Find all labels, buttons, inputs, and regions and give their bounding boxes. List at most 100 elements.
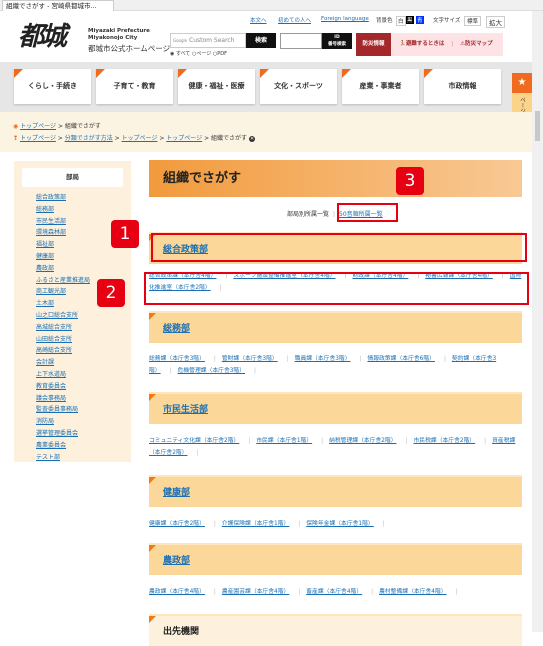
breadcrumb: ◉ トップページ > 組織でさがす: [13, 123, 101, 130]
section-header: 健康部: [149, 475, 522, 507]
font-standard-button[interactable]: 標準: [464, 16, 482, 26]
outpost-header: 出先機関: [149, 614, 522, 646]
bg-black-button[interactable]: 黒: [406, 16, 414, 24]
sidebar-item[interactable]: 総務部: [36, 204, 131, 216]
search-button[interactable]: 検索: [246, 33, 276, 48]
main-nav: くらし・手続き 子育て・教育 健康・福祉・医療 文化・スポーツ 産業・事業者 市…: [0, 62, 532, 112]
sidebar-item[interactable]: テスト部: [36, 452, 131, 464]
sidebar-item[interactable]: 会計課: [36, 357, 131, 369]
star-icon: ★: [512, 73, 532, 93]
annotation-callout-1: 1: [111, 220, 139, 248]
sidebar: 部局 総合政策部 総務部 市民生活部 環境森林部 福祉部 健康部 農政部 ふるさと産業推進局商…: [14, 161, 131, 462]
sidebar-item[interactable]: 農業委員会: [36, 440, 131, 452]
nav-childcare[interactable]: 子育て・教育: [96, 69, 173, 104]
division-link[interactable]: 危機管理課（本庁舎3階）: [178, 368, 245, 374]
browser-tab[interactable]: 組織でさがす - 宮崎県都城市...: [2, 0, 114, 11]
division-link[interactable]: 管財課（本庁舎3階）: [222, 356, 278, 362]
section-links: 健康課（本庁舎2階） | 介護保険課（本庁舎1階） | 保険年金課（本庁舎1階） |: [149, 521, 385, 527]
logo-text: Miyazaki Prefecture Miyakonojo City: [88, 28, 150, 41]
division-link[interactable]: 保険年金課（本庁舎1階）: [306, 521, 373, 527]
nav-city-info[interactable]: 市政情報: [424, 69, 501, 104]
division-link[interactable]: 市民課（本庁舎1階）: [256, 438, 312, 444]
section-link[interactable]: 総務部: [163, 321, 190, 334]
division-link[interactable]: コミュニティ文化課（本庁舎2階）: [149, 438, 239, 444]
division-link[interactable]: 市民税課（本庁舎2階）: [414, 438, 476, 444]
division-link[interactable]: 情報政策課（本庁舎6階）: [367, 356, 434, 362]
history-link[interactable]: トップページ: [20, 135, 56, 142]
page-title: 組織でさがす: [149, 160, 522, 197]
close-icon[interactable]: ✕: [248, 136, 256, 142]
font-size-label: 文字サイズ: [433, 18, 461, 24]
section-header: 農政部: [149, 543, 522, 575]
division-link[interactable]: 介護保険課（本庁舎1階）: [222, 521, 289, 527]
sidebar-item[interactable]: 消防局: [36, 416, 131, 428]
division-link[interactable]: 納税管理課（本庁舎2階）: [329, 438, 396, 444]
sidebar-item[interactable]: 監査委員事務局: [36, 404, 131, 416]
history-breadcrumb: ❢ トップページ > 分類でさがす方法 > トップページ > トップページ > …: [13, 135, 256, 142]
sidebar-item[interactable]: 山田総合支所: [36, 334, 131, 346]
nav-living[interactable]: くらし・手続き: [14, 69, 91, 104]
search-input[interactable]: Google Custom Search: [170, 33, 246, 48]
sidebar-item[interactable]: 選挙管理委員会: [36, 428, 131, 440]
annotation-box-1: [151, 233, 527, 262]
browser-tab-bar: 組織でさがす - 宮崎県都城市...: [0, 0, 543, 11]
division-link[interactable]: 職員課（本庁舎3階）: [295, 356, 351, 362]
breadcrumb-area: ◉ トップページ > 組織でさがす ❢ トップページ > 分類でさがす方法 > …: [0, 112, 532, 152]
id-input[interactable]: [280, 33, 322, 49]
breadcrumb-top[interactable]: トップページ: [20, 123, 56, 130]
history-link[interactable]: トップページ: [122, 135, 158, 142]
sidebar-item[interactable]: 教育委員会: [36, 381, 131, 393]
sidebar-item[interactable]: 高崎総合支所: [36, 345, 131, 357]
nav-culture[interactable]: 文化・スポーツ: [260, 69, 337, 104]
section-header: 市民生活部: [149, 392, 522, 424]
bg-blue-button[interactable]: 青: [416, 16, 424, 24]
sidebar-item[interactable]: 上下水道局: [36, 369, 131, 381]
section-link[interactable]: 市民生活部: [163, 402, 208, 415]
tab-title: 組織でさがす - 宮崎県都城市...: [6, 2, 97, 10]
division-link[interactable]: 畜産課（本庁舎4階）: [306, 589, 362, 595]
division-link[interactable]: 健康課（本庁舎2階）: [149, 521, 205, 527]
sidebar-item[interactable]: 健康部: [36, 251, 131, 263]
history-link[interactable]: トップページ: [166, 135, 202, 142]
nav-health[interactable]: 健康・福祉・医療: [178, 69, 255, 104]
search-scope[interactable]: ◉ すべて ○ページ ○PDF: [170, 50, 227, 57]
section-links: 総務課（本庁舎3階） | 管財課（本庁舎3階） | 職員課（本庁舎3階） | 情報政策課（本…: [149, 356, 497, 374]
history-link[interactable]: 分類でさがす方法: [65, 135, 113, 142]
location-pin-icon: ◉: [13, 123, 19, 130]
bg-white-button[interactable]: 白: [396, 16, 406, 26]
division-link[interactable]: 総務課（本庁舎3階）: [149, 356, 205, 362]
sidebar-title: 部局: [22, 168, 123, 187]
sidebar-item[interactable]: 農政部: [36, 263, 131, 275]
nav-industry[interactable]: 産業・事業者: [342, 69, 419, 104]
annotation-callout-2: 2: [97, 279, 125, 307]
footprints-icon: ❢: [13, 135, 19, 142]
sidebar-item[interactable]: 総合政策部: [36, 192, 131, 204]
division-link[interactable]: 農村整備課（本庁舎4階）: [379, 589, 446, 595]
tab-by-department[interactable]: 部局別所属一覧: [287, 211, 329, 218]
bousai-links: 🏃避難するときは | ⚠防災マップ: [391, 33, 503, 56]
annotation-callout-3: 3: [396, 167, 424, 195]
scrollbar[interactable]: [532, 11, 543, 632]
sidebar-item[interactable]: 山之口総合支所: [36, 310, 131, 322]
division-link[interactable]: 農産園芸課（本庁舎4階）: [222, 589, 289, 595]
sidebar-item[interactable]: 議会事務局: [36, 393, 131, 405]
hazard-map-link[interactable]: ⚠防災マップ: [460, 41, 492, 47]
sidebar-item[interactable]: 高城総合支所: [36, 322, 131, 334]
annotation-box-3: [337, 203, 398, 222]
link-foreign[interactable]: Foreign language: [321, 16, 369, 22]
division-link[interactable]: 農政課（本庁舎4階）: [149, 589, 205, 595]
link-skip[interactable]: 本文へ: [250, 16, 267, 24]
city-logo[interactable]: 都城: [18, 16, 67, 53]
bg-color-label: 背景色: [376, 18, 393, 24]
section-link[interactable]: 健康部: [163, 485, 190, 498]
section-link[interactable]: 農政部: [163, 553, 190, 566]
section-header: 総務部: [149, 311, 522, 343]
id-search-button[interactable]: ID 番号検索: [322, 33, 352, 49]
evacuation-link[interactable]: 🏃避難するときは: [399, 41, 444, 47]
link-first-time[interactable]: 初めての人へ: [278, 16, 311, 24]
annotation-box-2: [144, 272, 529, 305]
bousai-button[interactable]: 防災情報: [356, 33, 391, 56]
section-links: 農政課（本庁舎4階） | 農産園芸課（本庁舎4階） | 畜産課（本庁舎4階） | 農村整備課…: [149, 589, 458, 595]
font-large-button[interactable]: 拡大: [486, 16, 505, 28]
section-links: コミュニティ文化課（本庁舎2階） | 市民課（本庁舎1階） | 納税管理課（本庁舎2階）…: [149, 438, 516, 456]
